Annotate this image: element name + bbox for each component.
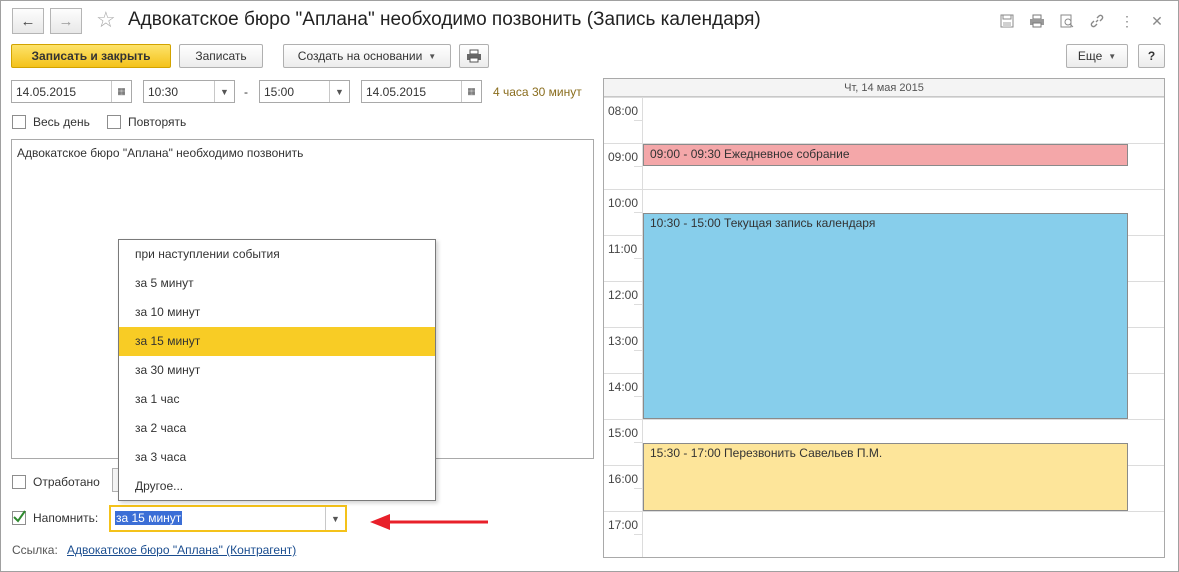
half-hour-tick [634, 442, 642, 443]
more-label: Еще [1077, 49, 1103, 63]
more-vertical-icon[interactable]: ⋮ [1118, 12, 1136, 30]
hour-label: 14:00 [608, 380, 639, 394]
half-hour-tick [634, 396, 642, 397]
hour-label: 10:00 [608, 196, 639, 210]
forward-button[interactable]: → [50, 8, 82, 34]
hour-label: 09:00 [608, 150, 639, 164]
hour-label: 12:00 [608, 288, 639, 302]
more-button[interactable]: Еще ▼ [1066, 44, 1128, 68]
calendar-icon[interactable]: ▦ [461, 81, 481, 102]
chevron-down-icon: ▼ [428, 51, 437, 61]
arrow-right-icon: → [58, 12, 74, 30]
help-button[interactable]: ? [1138, 44, 1165, 68]
print-icon[interactable] [1028, 12, 1046, 30]
dropdown-item-selected[interactable]: за 15 минут [119, 327, 435, 356]
half-hour-tick [634, 350, 642, 351]
remind-select[interactable]: за 15 минут ▼ [109, 505, 347, 532]
time-dash: - [244, 85, 248, 99]
preview-icon[interactable] [1058, 12, 1076, 30]
repeat-checkbox[interactable] [107, 115, 121, 129]
calendar-day-header: Чт, 14 мая 2015 [604, 79, 1164, 97]
back-button[interactable]: ← [12, 8, 44, 34]
half-hour-tick [634, 212, 642, 213]
description-text: Адвокатское бюро "Аплана" необходимо поз… [17, 146, 304, 160]
save-close-button[interactable]: Записать и закрыть [11, 44, 171, 68]
create-based-label: Создать на основании [297, 49, 423, 63]
hour-label: 16:00 [608, 472, 639, 486]
chevron-down-icon: ▼ [1108, 51, 1117, 61]
calendar-icon[interactable]: ▦ [111, 81, 131, 102]
checkmark-icon [13, 510, 26, 523]
calendar-event[interactable]: 10:30 - 15:00 Текущая запись календаря [643, 213, 1128, 419]
half-hour-tick [634, 488, 642, 489]
half-hour-tick [634, 304, 642, 305]
remind-label: Напомнить: [33, 511, 99, 525]
hour-label: 11:00 [608, 242, 638, 256]
print-button[interactable] [459, 44, 489, 68]
start-date-value: 14.05.2015 [16, 85, 77, 99]
chevron-down-icon[interactable]: ▼ [214, 81, 234, 102]
hour-row[interactable]: 08:00 [604, 97, 1164, 143]
hour-label: 17:00 [608, 518, 639, 532]
remind-checkbox[interactable] [12, 510, 26, 525]
chevron-down-icon[interactable]: ▼ [329, 81, 349, 102]
calendar-event[interactable]: 15:30 - 17:00 Перезвонить Савельев П.М. [643, 443, 1128, 511]
link-label: Ссылка: [12, 543, 58, 557]
end-date-field[interactable]: 14.05.2015 ▦ [361, 80, 482, 103]
end-time-value: 15:00 [264, 85, 295, 99]
half-hour-tick [634, 120, 642, 121]
close-icon[interactable]: ✕ [1148, 12, 1166, 30]
dropdown-item[interactable]: за 2 часа [119, 414, 435, 443]
star-icon[interactable]: ☆ [96, 7, 116, 33]
repeat-label: Повторять [128, 115, 187, 129]
day-calendar[interactable]: Чт, 14 мая 2015 08:00 09:00 10:00 11:00 12:0… [603, 78, 1165, 558]
create-based-button[interactable]: Создать на основании ▼ [283, 44, 451, 68]
window-title: Адвокатское бюро "Аплана" необходимо поз… [128, 9, 761, 30]
half-hour-tick [634, 534, 642, 535]
all-day-label: Весь день [33, 115, 90, 129]
worked-checkbox[interactable] [12, 475, 26, 489]
dropdown-item[interactable]: за 10 минут [119, 298, 435, 327]
dropdown-item[interactable]: за 30 минут [119, 356, 435, 385]
worked-label: Отработано [33, 475, 100, 489]
hour-label: 15:00 [608, 426, 639, 440]
all-day-checkbox[interactable] [12, 115, 26, 129]
contractor-link[interactable]: Адвокатское бюро "Аплана" (Контрагент) [67, 543, 296, 557]
link-icon[interactable] [1088, 12, 1106, 30]
red-arrow-annotation [370, 514, 488, 530]
dropdown-item[interactable]: при наступлении события [119, 240, 435, 269]
start-time-value: 10:30 [148, 85, 179, 99]
remind-dropdown: при наступлении события за 5 минут за 10… [118, 239, 436, 501]
dropdown-item[interactable]: за 3 часа [119, 443, 435, 472]
remind-value: за 15 минут [115, 511, 183, 525]
dropdown-item[interactable]: за 1 час [119, 385, 435, 414]
arrow-left-icon: ← [20, 12, 36, 30]
hour-label: 08:00 [608, 104, 639, 118]
calendar-event[interactable]: 09:00 - 09:30 Ежедневное собрание [643, 144, 1128, 166]
half-hour-tick [634, 258, 642, 259]
dropdown-item[interactable]: за 5 минут [119, 269, 435, 298]
print-icon [467, 49, 481, 63]
hour-row[interactable]: 17:00 [604, 511, 1164, 557]
start-time-field[interactable]: 10:30 ▼ [143, 80, 235, 103]
start-date-field[interactable]: 14.05.2015 ▦ [11, 80, 132, 103]
end-time-field[interactable]: 15:00 ▼ [259, 80, 350, 103]
dropdown-item[interactable]: Другое... [119, 472, 435, 501]
hour-label: 13:00 [608, 334, 639, 348]
end-date-value: 14.05.2015 [366, 85, 427, 99]
save-disk-icon[interactable] [998, 12, 1016, 30]
chevron-down-icon[interactable]: ▼ [325, 507, 345, 530]
half-hour-tick [634, 166, 642, 167]
save-button[interactable]: Записать [179, 44, 263, 68]
duration-text: 4 часа 30 минут [493, 85, 582, 99]
